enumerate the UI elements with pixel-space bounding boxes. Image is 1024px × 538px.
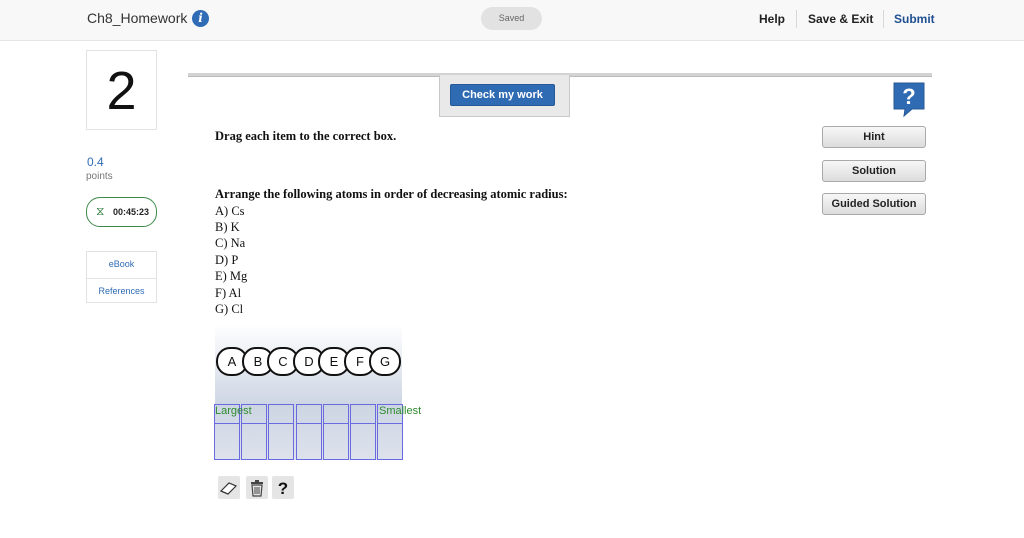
solution-button[interactable]: Solution bbox=[822, 160, 926, 182]
nav-separator bbox=[796, 10, 797, 28]
question-number: 2 bbox=[86, 50, 157, 130]
points-label: points bbox=[86, 171, 113, 182]
option-g: G) Cl bbox=[215, 302, 244, 316]
drop-slot-4[interactable] bbox=[296, 404, 322, 460]
instruction-text: Drag each item to the correct box. bbox=[215, 129, 397, 143]
trash-tool-button[interactable] bbox=[246, 476, 268, 499]
points-value: 0.4 bbox=[87, 155, 104, 169]
hourglass-icon: ⧖ bbox=[96, 204, 105, 218]
guided-solution-button[interactable]: Guided Solution bbox=[822, 193, 926, 215]
option-c: C) Na bbox=[215, 236, 246, 250]
timer-value: 00:45:23 bbox=[113, 207, 150, 217]
option-f: F) Al bbox=[215, 286, 242, 300]
help-link[interactable]: Help bbox=[759, 12, 785, 26]
drop-slot-3[interactable] bbox=[268, 404, 294, 460]
ebook-link[interactable]: eBook bbox=[87, 252, 156, 278]
save-exit-link[interactable]: Save & Exit bbox=[808, 12, 873, 26]
drop-slot-6[interactable] bbox=[350, 404, 376, 460]
eraser-tool-button[interactable] bbox=[218, 476, 240, 499]
assignment-title: Ch8_Homework bbox=[87, 10, 188, 26]
references-link[interactable]: References bbox=[87, 278, 156, 304]
help-tool-button[interactable]: ? bbox=[272, 476, 294, 499]
eraser-icon bbox=[219, 482, 238, 495]
question-prompt: Arrange the following atoms in order of … bbox=[215, 187, 568, 201]
option-b: B) K bbox=[215, 220, 240, 234]
option-a: A) Cs bbox=[215, 204, 245, 218]
drop-slot-5[interactable] bbox=[323, 404, 349, 460]
help-glyph: ? bbox=[902, 84, 915, 109]
largest-label: Largest bbox=[215, 405, 252, 417]
resource-links: eBook References bbox=[86, 251, 157, 303]
option-d: D) P bbox=[215, 253, 239, 267]
drag-token-g[interactable]: G bbox=[369, 347, 401, 376]
top-bar: Ch8_Homework i Saved Help Save & Exit Su… bbox=[0, 0, 1024, 41]
check-my-work-button[interactable]: Check my work bbox=[450, 84, 555, 106]
check-work-panel: Check my work bbox=[439, 75, 570, 117]
info-icon[interactable]: i bbox=[192, 10, 209, 27]
saved-status-badge: Saved bbox=[481, 7, 542, 30]
option-e: E) Mg bbox=[215, 269, 248, 283]
nav-separator bbox=[883, 10, 884, 28]
hint-button[interactable]: Hint bbox=[822, 126, 926, 148]
submit-link[interactable]: Submit bbox=[894, 12, 935, 26]
question-help-icon[interactable]: ? bbox=[892, 81, 926, 118]
trash-icon bbox=[251, 480, 263, 497]
smallest-label: Smallest bbox=[379, 405, 422, 417]
timer-badge: ⧖ 00:45:23 bbox=[86, 197, 157, 227]
